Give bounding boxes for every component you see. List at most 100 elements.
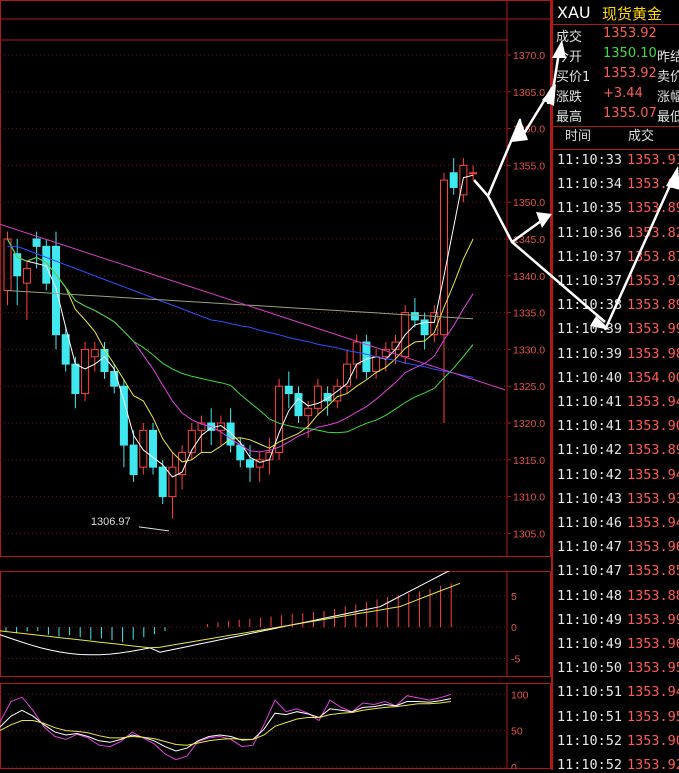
candle-up (81, 348, 90, 395)
symbol-header: XAU 现货黄金 (553, 0, 679, 25)
tick-time: 11:10:43 (557, 490, 623, 507)
tick-price: 1353.99 (627, 611, 679, 628)
tick-time: 11:10:38 (557, 297, 623, 314)
candle-up (139, 429, 148, 468)
tick-price: 1353.94 (627, 466, 679, 483)
candlestick-chart[interactable]: 1370.0 1365.0 1360.0 1355.0 1350.0 1345.0 1340… (0, 0, 551, 557)
tick-price: 1353.93 (627, 490, 679, 507)
tick-time: 11:10:47 (557, 563, 623, 580)
macd-tick-label: 0 (511, 622, 517, 634)
kdj-k-line (0, 698, 452, 752)
tick-time: 11:10:47 (557, 539, 623, 556)
price-tick-label: 1355.0 (513, 160, 545, 172)
candle-up (304, 407, 313, 417)
tick-price: 1353.96 (627, 539, 679, 556)
kdj-tick-label: 0 (511, 762, 517, 769)
tick-price: 1353.89 (627, 297, 679, 314)
tick-time: 11:10:34 (557, 176, 623, 193)
kdj-tick-label: 100 (511, 689, 529, 701)
tick-price: 1353.96 (627, 636, 679, 652)
kdj-j-line (0, 693, 452, 761)
ticks-panel[interactable]: 时间 成交 11:10:33 1353.91 11:10:34 1353.9 11:10… (551, 126, 679, 773)
trading-terminal: 1370.0 1365.0 1360.0 1355.0 1350.0 1345.0 1340… (0, 0, 679, 773)
price-tick-label: 1320.0 (513, 418, 545, 430)
quote-extra-label: 昨结 (657, 50, 679, 65)
tick-time: 11:10:36 (557, 224, 623, 241)
candle-down (362, 341, 371, 372)
macd-tick-label: -5 (511, 653, 520, 665)
tick-time: 11:10:42 (557, 442, 623, 459)
tick-time: 11:10:41 (557, 394, 623, 410)
price-tick-label: 1335.0 (513, 308, 545, 320)
tick-price: 1353.92 (627, 757, 679, 773)
candle-up (216, 422, 225, 431)
tick-time: 11:10:52 (557, 732, 623, 749)
tick-time: 11:10:37 (557, 273, 623, 289)
macd-tick-label: 5 (511, 591, 517, 603)
candle-down (119, 385, 128, 446)
candle-up (90, 348, 99, 358)
price-tick-label: 1370.0 (513, 50, 545, 62)
kdj-tick-label: 50 (511, 726, 523, 738)
tick-price: 1353.90 (627, 732, 679, 749)
tick-price: 1353.82 (627, 224, 679, 241)
symbol-code: XAU (557, 3, 591, 22)
ma-line-mid (7, 238, 474, 463)
tick-time: 11:10:41 (557, 418, 623, 435)
tick-price: 1353.87 (627, 248, 679, 265)
candle-down (226, 422, 235, 446)
tick-price: 1353.91 (627, 273, 679, 289)
low-annotation: 1306.97 (91, 516, 131, 528)
tick-time: 11:10:49 (557, 611, 623, 628)
candle-up (275, 385, 284, 453)
quote-extra-label: 卖价 (657, 70, 679, 85)
tick-price: 1353.91 (627, 152, 679, 168)
candle-down (284, 385, 293, 395)
candle-down (52, 245, 60, 336)
price-tick-label: 1305.0 (513, 528, 545, 540)
price-tick-label: 1340.0 (513, 271, 545, 283)
macd-indicator-chart[interactable]: 5 0 -5 (0, 571, 551, 677)
quote-extra-label: 最低 (657, 110, 679, 125)
candle-up (22, 267, 31, 284)
tick-time: 11:10:46 (557, 515, 623, 531)
tick-time: 11:10:39 (557, 345, 623, 362)
tick-price: 1353.94 (627, 515, 679, 531)
candle-down (61, 334, 70, 365)
low-marker-line (138, 526, 169, 532)
tick-price: 1353.94 (627, 394, 679, 410)
tick-time: 11:10:40 (557, 369, 623, 386)
tick-price: 1353.9 (627, 176, 676, 193)
price-tick-label: 1330.0 (513, 344, 545, 356)
price-tick-label: 1350.0 (513, 197, 545, 209)
candle-down (246, 459, 254, 468)
quote-label: 今开 (556, 50, 583, 65)
tick-time: 11:10:39 (557, 321, 623, 338)
tick-price: 1353.89 (627, 200, 679, 217)
tick-time: 11:10:49 (557, 636, 623, 652)
price-tick-label: 1325.0 (513, 381, 545, 393)
candle-down (32, 238, 41, 247)
tick-time: 11:10:51 (557, 708, 623, 725)
candle-down (129, 444, 138, 476)
tick-time: 11:10:35 (557, 200, 623, 217)
quote-extra-label: 涨幅 (657, 90, 679, 105)
candle-down (71, 363, 80, 395)
kdj-indicator-chart[interactable]: 100 50 0 (0, 683, 551, 769)
quote-value: 1353.92 (603, 66, 657, 81)
macd-dif-line (0, 571, 450, 656)
tick-time: 11:10:48 (557, 587, 623, 604)
tick-price: 1353.88 (627, 587, 679, 604)
tick-price: 1354.00 (627, 369, 679, 386)
candle-down (236, 444, 245, 461)
quote-value: 1355.07 (603, 106, 657, 121)
tick-price: 1353.89 (627, 442, 679, 459)
candle-up (313, 385, 322, 409)
tick-time: 11:10:37 (557, 248, 623, 265)
price-tick-label: 1365.0 (513, 87, 545, 99)
quote-label: 成交 (556, 30, 583, 45)
quote-value: 1350.10 (603, 46, 657, 61)
tick-time: 11:10:50 (557, 660, 623, 677)
tick-price: 1353.85 (627, 563, 679, 580)
tick-time: 11:10:33 (557, 152, 623, 168)
